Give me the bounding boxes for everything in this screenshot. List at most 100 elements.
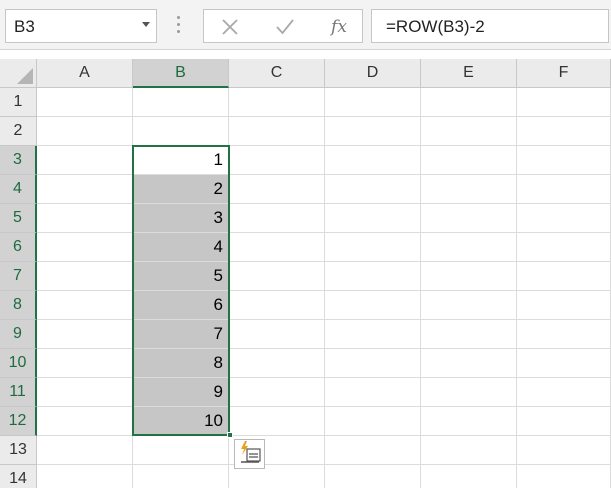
cell-c11[interactable] xyxy=(229,378,325,407)
select-all-corner[interactable] xyxy=(0,59,37,88)
cell-b5[interactable]: 3 xyxy=(133,204,229,233)
cell-a7[interactable] xyxy=(37,262,133,291)
row-header-7[interactable]: 7 xyxy=(0,262,37,291)
cell-e14[interactable] xyxy=(421,465,517,488)
cell-e7[interactable] xyxy=(421,262,517,291)
flash-fill-options-button[interactable] xyxy=(234,439,265,469)
cell-f6[interactable] xyxy=(517,233,611,262)
cell-c9[interactable] xyxy=(229,320,325,349)
cell-f12[interactable] xyxy=(517,407,611,436)
name-box[interactable]: B3 xyxy=(5,9,157,43)
cell-a4[interactable] xyxy=(37,175,133,204)
column-header-d[interactable]: D xyxy=(325,59,421,88)
column-header-a[interactable]: A xyxy=(37,59,133,88)
cell-a12[interactable] xyxy=(37,407,133,436)
row-header-11[interactable]: 11 xyxy=(0,378,37,407)
column-header-f[interactable]: F xyxy=(517,59,611,88)
cell-f8[interactable] xyxy=(517,291,611,320)
cell-b4[interactable]: 2 xyxy=(133,175,229,204)
column-header-e[interactable]: E xyxy=(421,59,517,88)
cell-e3[interactable] xyxy=(421,146,517,175)
cell-c1[interactable] xyxy=(229,88,325,117)
row-header-8[interactable]: 8 xyxy=(0,291,37,320)
cell-f3[interactable] xyxy=(517,146,611,175)
cell-a11[interactable] xyxy=(37,378,133,407)
row-header-14[interactable]: 14 xyxy=(0,465,37,488)
cell-b3[interactable]: 1 xyxy=(133,146,229,175)
cell-c6[interactable] xyxy=(229,233,325,262)
cell-b14[interactable] xyxy=(133,465,229,488)
cell-c5[interactable] xyxy=(229,204,325,233)
cell-f2[interactable] xyxy=(517,117,611,146)
cell-f14[interactable] xyxy=(517,465,611,488)
cell-a14[interactable] xyxy=(37,465,133,488)
cell-f11[interactable] xyxy=(517,378,611,407)
cell-e13[interactable] xyxy=(421,436,517,465)
row-header-1[interactable]: 1 xyxy=(0,88,37,117)
cell-d6[interactable] xyxy=(325,233,421,262)
cell-d4[interactable] xyxy=(325,175,421,204)
cell-e9[interactable] xyxy=(421,320,517,349)
cell-a2[interactable] xyxy=(37,117,133,146)
fill-handle[interactable] xyxy=(227,432,233,438)
cell-e10[interactable] xyxy=(421,349,517,378)
cell-a3[interactable] xyxy=(37,146,133,175)
cell-f9[interactable] xyxy=(517,320,611,349)
row-header-2[interactable]: 2 xyxy=(0,117,37,146)
cell-b9[interactable]: 7 xyxy=(133,320,229,349)
row-header-10[interactable]: 10 xyxy=(0,349,37,378)
cell-d7[interactable] xyxy=(325,262,421,291)
cell-f13[interactable] xyxy=(517,436,611,465)
column-header-b[interactable]: B xyxy=(133,59,229,88)
cell-e6[interactable] xyxy=(421,233,517,262)
cell-e2[interactable] xyxy=(421,117,517,146)
x-cancel-icon[interactable] xyxy=(218,15,242,39)
cell-c3[interactable] xyxy=(229,146,325,175)
cell-d9[interactable] xyxy=(325,320,421,349)
row-header-4[interactable]: 4 xyxy=(0,175,37,204)
row-header-3[interactable]: 3 xyxy=(0,146,37,175)
cell-d14[interactable] xyxy=(325,465,421,488)
cell-b7[interactable]: 5 xyxy=(133,262,229,291)
cell-c4[interactable] xyxy=(229,175,325,204)
cell-e12[interactable] xyxy=(421,407,517,436)
cell-d13[interactable] xyxy=(325,436,421,465)
cell-d8[interactable] xyxy=(325,291,421,320)
cell-b1[interactable] xyxy=(133,88,229,117)
cell-d5[interactable] xyxy=(325,204,421,233)
cell-a9[interactable] xyxy=(37,320,133,349)
cell-d3[interactable] xyxy=(325,146,421,175)
cell-b12[interactable]: 10 xyxy=(133,407,229,436)
row-header-13[interactable]: 13 xyxy=(0,436,37,465)
cell-f4[interactable] xyxy=(517,175,611,204)
insert-function-button[interactable]: fx xyxy=(327,15,351,39)
cell-f7[interactable] xyxy=(517,262,611,291)
cell-b11[interactable]: 9 xyxy=(133,378,229,407)
cell-d11[interactable] xyxy=(325,378,421,407)
grip-dots-icon[interactable] xyxy=(177,16,180,34)
cell-a13[interactable] xyxy=(37,436,133,465)
row-header-5[interactable]: 5 xyxy=(0,204,37,233)
cell-a8[interactable] xyxy=(37,291,133,320)
cell-e5[interactable] xyxy=(421,204,517,233)
cell-f5[interactable] xyxy=(517,204,611,233)
cell-d1[interactable] xyxy=(325,88,421,117)
cell-a5[interactable] xyxy=(37,204,133,233)
cell-c8[interactable] xyxy=(229,291,325,320)
cell-e1[interactable] xyxy=(421,88,517,117)
cell-b2[interactable] xyxy=(133,117,229,146)
chevron-down-icon[interactable] xyxy=(142,22,150,27)
cell-d10[interactable] xyxy=(325,349,421,378)
row-header-12[interactable]: 12 xyxy=(0,407,37,436)
column-header-c[interactable]: C xyxy=(229,59,325,88)
cell-e8[interactable] xyxy=(421,291,517,320)
cell-b10[interactable]: 8 xyxy=(133,349,229,378)
cell-a10[interactable] xyxy=(37,349,133,378)
cell-f1[interactable] xyxy=(517,88,611,117)
cell-c10[interactable] xyxy=(229,349,325,378)
cell-e4[interactable] xyxy=(421,175,517,204)
cell-b8[interactable]: 6 xyxy=(133,291,229,320)
row-header-6[interactable]: 6 xyxy=(0,233,37,262)
row-header-9[interactable]: 9 xyxy=(0,320,37,349)
check-enter-icon[interactable] xyxy=(273,15,297,39)
